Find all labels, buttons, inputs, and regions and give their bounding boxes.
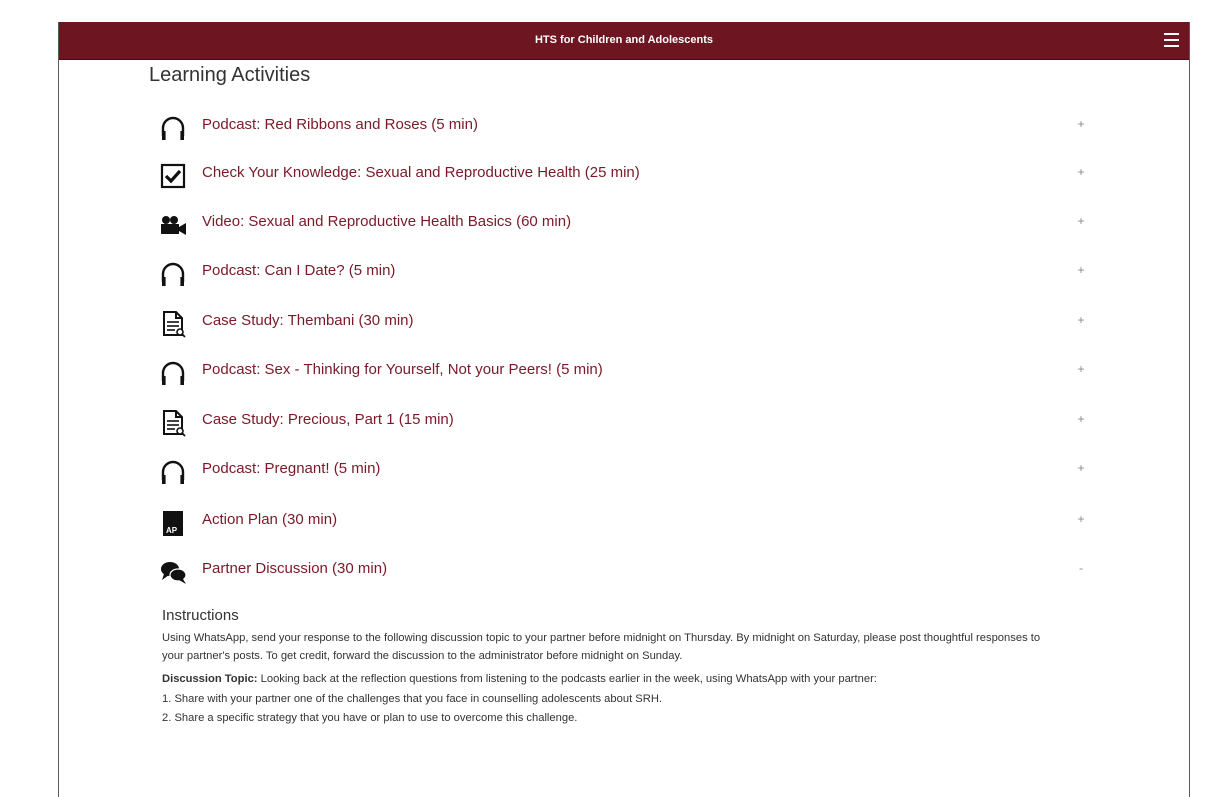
activity-label: Check Your Knowledge: Sexual and Reprodu… [202, 164, 640, 181]
expand-toggle[interactable]: + [1073, 117, 1089, 131]
activity-podcast-can-i-date[interactable]: Podcast: Can I Date? (5 min) + [159, 254, 1089, 288]
app-frame: HTS for Children and Adolescents Learnin… [58, 22, 1190, 797]
collapse-toggle[interactable]: - [1073, 561, 1089, 575]
hamburger-menu-icon[interactable] [1164, 33, 1179, 47]
activity-label: Partner Discussion (30 min) [202, 560, 388, 577]
partner-discussion-panel: Instructions Using WhatsApp, send your r… [162, 607, 1062, 731]
activity-podcast-red-ribbons[interactable]: Podcast: Red Ribbons and Roses (5 min) + [159, 108, 1089, 142]
activity-label: Podcast: Sex - Thinking for Yourself, No… [202, 361, 603, 378]
activity-podcast-pregnant[interactable]: Podcast: Pregnant! (5 min) + [159, 452, 1089, 486]
activity-case-study-precious[interactable]: Case Study: Precious, Part 1 (15 min) + [159, 403, 1089, 437]
activity-label: Podcast: Can I Date? (5 min) [202, 262, 396, 279]
checkbox-icon [159, 162, 189, 190]
activity-label: Case Study: Thembani (30 min) [202, 312, 414, 329]
discussion-topic: Discussion Topic: Looking back at the re… [162, 673, 1062, 685]
headphones-icon [159, 458, 189, 486]
expand-toggle[interactable]: + [1073, 165, 1089, 179]
chat-bubbles-icon [159, 558, 189, 586]
activity-case-study-thembani[interactable]: Case Study: Thembani (30 min) + [159, 304, 1089, 338]
discussion-steps: 1. Share with your partner one of the ch… [162, 693, 1062, 724]
discussion-topic-label: Discussion Topic: [162, 673, 258, 685]
app-title: HTS for Children and Adolescents [534, 34, 714, 46]
expand-toggle[interactable]: + [1073, 214, 1089, 228]
video-camera-icon [159, 211, 189, 239]
expand-toggle[interactable]: + [1073, 461, 1089, 475]
activity-label: Podcast: Red Ribbons and Roses (5 min) [202, 116, 478, 133]
activity-partner-discussion[interactable]: Partner Discussion (30 min) - [159, 552, 1089, 586]
expand-toggle[interactable]: + [1073, 313, 1089, 327]
instructions-text: Using WhatsApp, send your response to th… [162, 632, 1041, 662]
expand-toggle[interactable]: + [1073, 512, 1089, 526]
expand-toggle[interactable]: + [1073, 362, 1089, 376]
action-plan-icon: AP [159, 509, 189, 537]
activity-podcast-sex-thinking[interactable]: Podcast: Sex - Thinking for Yourself, No… [159, 353, 1089, 387]
activity-video-srh-basics[interactable]: Video: Sexual and Reproductive Health Ba… [159, 205, 1089, 239]
expand-toggle[interactable]: + [1073, 263, 1089, 277]
activity-action-plan[interactable]: AP Action Plan (30 min) + [159, 503, 1089, 537]
document-icon [159, 310, 189, 338]
instructions-heading: Instructions [162, 607, 239, 624]
expand-toggle[interactable]: + [1073, 412, 1089, 426]
discussion-topic-text: Looking back at the reflection questions… [257, 673, 877, 685]
activity-check-your-knowledge[interactable]: Check Your Knowledge: Sexual and Reprodu… [159, 156, 1089, 190]
document-icon [159, 409, 189, 437]
list-item: 1. Share with your partner one of the ch… [162, 693, 663, 705]
top-bar: HTS for Children and Adolescents [59, 22, 1189, 60]
headphones-icon [159, 260, 189, 288]
headphones-icon [159, 114, 189, 142]
activity-label: Case Study: Precious, Part 1 (15 min) [202, 411, 454, 428]
activity-label: Action Plan (30 min) [202, 511, 338, 528]
action-plan-badge: AP [166, 526, 178, 535]
page-title: Learning Activities [149, 64, 311, 86]
list-item: 2. Share a specific strategy that you ha… [162, 712, 578, 724]
headphones-icon [159, 359, 189, 387]
activity-label: Podcast: Pregnant! (5 min) [202, 460, 381, 477]
activity-label: Video: Sexual and Reproductive Health Ba… [202, 213, 572, 230]
